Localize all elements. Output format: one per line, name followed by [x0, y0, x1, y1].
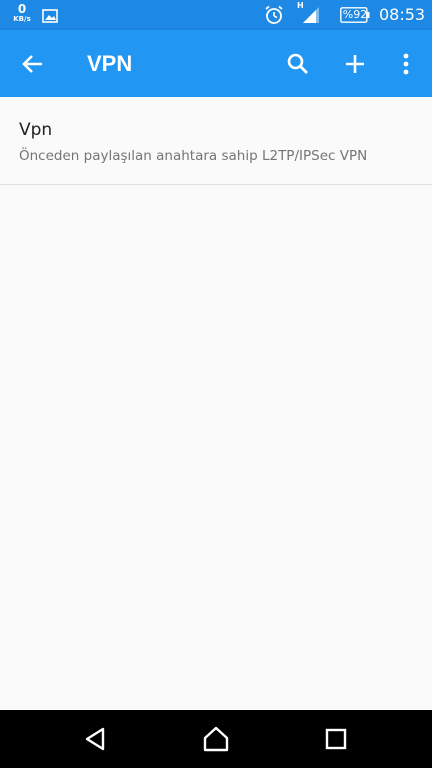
back-triangle-icon[interactable] — [82, 724, 112, 754]
signal-icon — [302, 6, 320, 28]
vpn-list-item[interactable]: Vpn Önceden paylaşılan anahtara sahip L2… — [0, 97, 432, 185]
app-bar: VPN — [0, 30, 432, 97]
alarm-icon — [264, 5, 284, 29]
status-bar: 0 KB/s H %92 08:53 — [0, 0, 432, 30]
vpn-list: Vpn Önceden paylaşılan anahtara sahip L2… — [0, 97, 432, 710]
network-speed-value: 0 — [17, 2, 27, 16]
search-icon[interactable] — [284, 50, 312, 78]
network-speed-unit: KB/s — [13, 15, 31, 23]
back-arrow-icon[interactable] — [20, 50, 48, 78]
network-speed: 0 KB/s — [12, 3, 32, 23]
battery-indicator: %92 — [340, 7, 370, 23]
page-title: VPN — [87, 51, 133, 76]
recents-square-icon[interactable] — [321, 724, 351, 754]
vpn-name: Vpn — [19, 120, 53, 140]
more-vert-icon[interactable] — [392, 50, 420, 78]
image-icon — [42, 8, 58, 27]
home-icon[interactable] — [201, 724, 231, 754]
battery-percent: %92 — [342, 8, 368, 21]
vpn-type: Önceden paylaşılan anahtara sahip L2TP/I… — [19, 148, 368, 164]
navigation-bar — [0, 710, 432, 768]
add-icon[interactable] — [341, 50, 369, 78]
clock: 08:53 — [379, 5, 426, 24]
